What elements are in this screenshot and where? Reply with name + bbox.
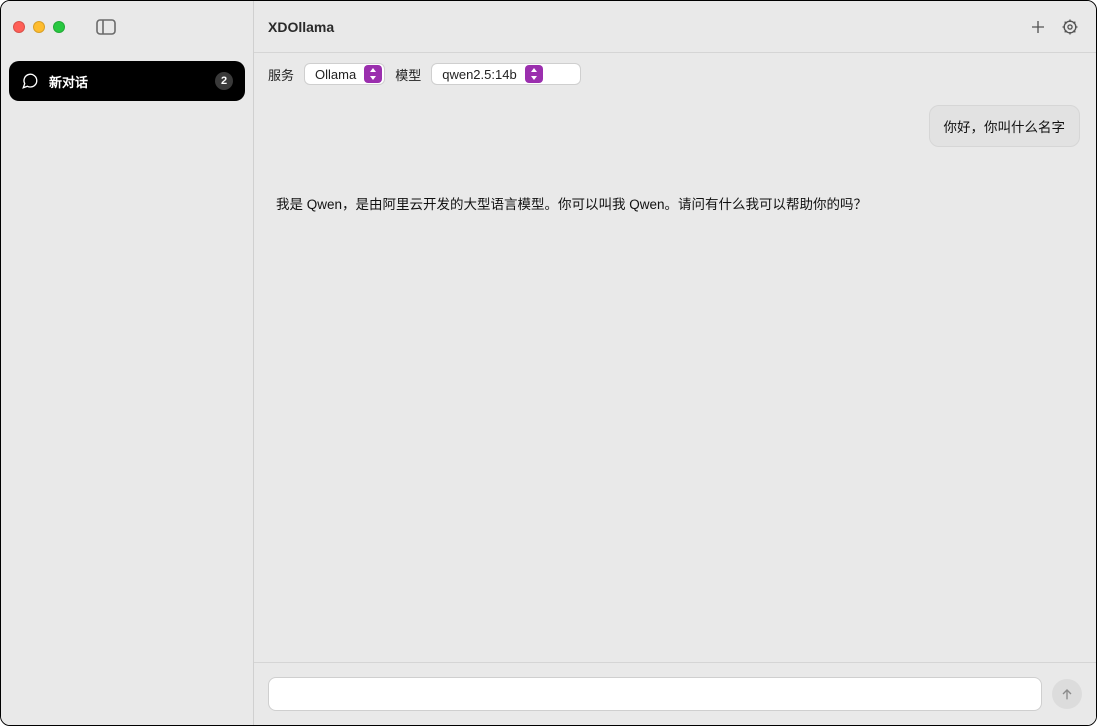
conversation-item[interactable]: 新对话 2 xyxy=(9,61,245,101)
main-panel: XDOllama xyxy=(254,1,1096,725)
service-select[interactable]: Ollama xyxy=(304,63,385,85)
message-row-user: 你好，你叫什么名字 xyxy=(270,105,1080,147)
model-toolbar: 服务 Ollama 模型 qwen2.5:14b xyxy=(254,53,1096,91)
model-select[interactable]: qwen2.5:14b xyxy=(431,63,581,85)
sidebar-top xyxy=(1,1,253,53)
arrow-up-icon xyxy=(1059,686,1075,702)
chat-icon xyxy=(21,72,39,90)
conversation-title: 新对话 xyxy=(49,72,205,91)
caret-updown-icon xyxy=(525,65,543,83)
window-controls xyxy=(13,21,65,33)
app-window: 新对话 2 XDOllama xyxy=(0,0,1097,726)
message-row-assistant: 我是 Qwen，是由阿里云开发的大型语言模型。你可以叫我 Qwen。请问有什么我… xyxy=(270,175,1080,216)
service-label: 服务 xyxy=(268,65,294,84)
composer xyxy=(254,662,1096,725)
sidebar-toggle-icon xyxy=(96,19,116,35)
user-message-text: 你好，你叫什么名字 xyxy=(944,120,1066,135)
gear-icon xyxy=(1060,17,1080,37)
caret-updown-icon xyxy=(364,65,382,83)
sidebar: 新对话 2 xyxy=(1,1,254,725)
app-title: XDOllama xyxy=(268,19,334,35)
minimize-window-button[interactable] xyxy=(33,21,45,33)
zoom-window-button[interactable] xyxy=(53,21,65,33)
chat-area: 你好，你叫什么名字 我是 Qwen，是由阿里云开发的大型语言模型。你可以叫我 Q… xyxy=(254,91,1096,662)
close-window-button[interactable] xyxy=(13,21,25,33)
model-label: 模型 xyxy=(395,65,421,84)
settings-button[interactable] xyxy=(1058,15,1082,39)
assistant-message-text[interactable]: 我是 Qwen，是由阿里云开发的大型语言模型。你可以叫我 Qwen。请问有什么我… xyxy=(276,175,867,216)
model-select-value: qwen2.5:14b xyxy=(442,67,516,82)
message-input[interactable] xyxy=(268,677,1042,711)
sidebar-toggle-button[interactable] xyxy=(95,18,117,36)
send-button[interactable] xyxy=(1052,679,1082,709)
user-message-bubble[interactable]: 你好，你叫什么名字 xyxy=(929,105,1081,147)
new-chat-button[interactable] xyxy=(1026,15,1050,39)
titlebar: XDOllama xyxy=(254,1,1096,53)
conversation-list: 新对话 2 xyxy=(1,53,253,109)
service-select-value: Ollama xyxy=(315,67,356,82)
plus-icon xyxy=(1029,18,1047,36)
conversation-badge: 2 xyxy=(215,72,233,90)
